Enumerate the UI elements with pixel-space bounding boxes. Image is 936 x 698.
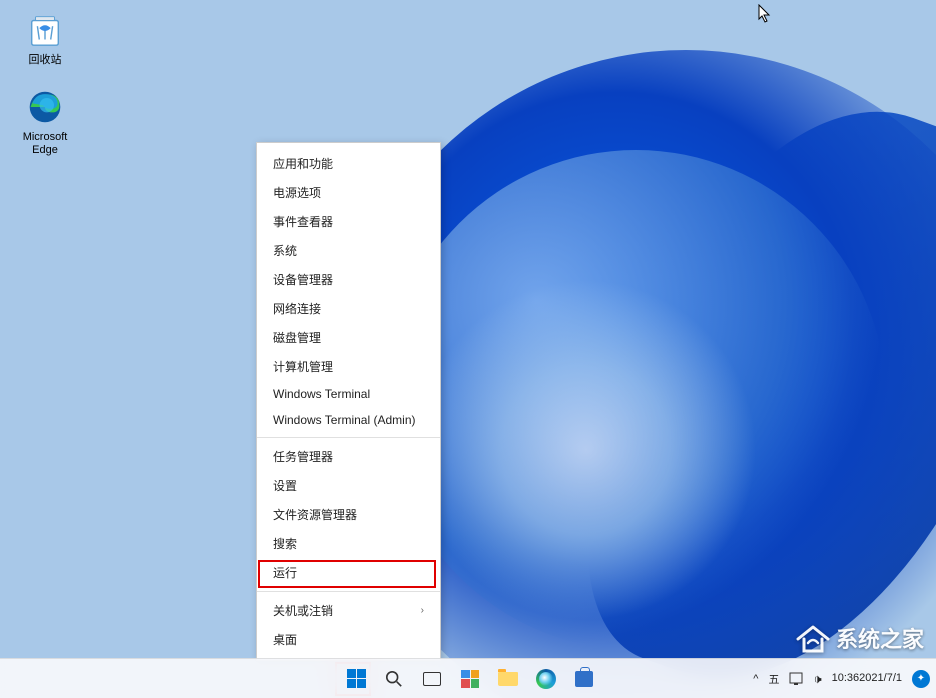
start-context-menu: 应用和功能 电源选项 事件查看器 系统 设备管理器 网络连接 磁盘管理 计算机管… — [256, 142, 441, 661]
desktop-icons-area: 回收站 Microsoft Edge — [10, 10, 80, 158]
menu-computer-management[interactable]: 计算机管理 — [257, 352, 440, 381]
menu-power-options[interactable]: 电源选项 — [257, 178, 440, 207]
menu-disk-management[interactable]: 磁盘管理 — [257, 323, 440, 352]
taskbar-clock[interactable]: 10:36 2021/7/1 — [832, 672, 902, 684]
taskview-icon — [423, 672, 441, 686]
clock-time: 10:36 — [832, 672, 860, 684]
menu-shutdown-signout[interactable]: 关机或注销 › — [257, 596, 440, 625]
edge-label: Microsoft Edge — [10, 131, 80, 157]
edge-icon — [536, 669, 556, 689]
menu-task-manager[interactable]: 任务管理器 — [257, 442, 440, 471]
search-icon — [385, 670, 403, 688]
taskbar: ^ 五 🕩 10:36 2021/7/1 ✦ — [0, 658, 936, 698]
tray-overflow-button[interactable]: ^ — [753, 673, 758, 685]
ime-indicator[interactable]: 五 — [768, 671, 779, 687]
folder-icon — [498, 672, 518, 686]
menu-desktop[interactable]: 桌面 — [257, 625, 440, 654]
menu-network-connections[interactable]: 网络连接 — [257, 294, 440, 323]
store-button[interactable] — [568, 663, 600, 695]
network-icon[interactable] — [789, 672, 803, 686]
windows-logo-icon — [347, 669, 366, 688]
clock-date: 2021/7/1 — [859, 672, 902, 684]
menu-windows-terminal[interactable]: Windows Terminal — [257, 381, 440, 407]
menu-run[interactable]: 运行 — [257, 558, 440, 587]
watermark-logo-icon — [796, 623, 830, 653]
action-center-button[interactable]: ✦ — [912, 670, 930, 688]
menu-apps-features[interactable]: 应用和功能 — [257, 149, 440, 178]
chevron-up-icon: ^ — [753, 673, 758, 685]
menu-file-explorer[interactable]: 文件资源管理器 — [257, 500, 440, 529]
menu-windows-terminal-admin[interactable]: Windows Terminal (Admin) — [257, 407, 440, 433]
menu-event-viewer[interactable]: 事件查看器 — [257, 207, 440, 236]
taskbar-center-group — [340, 659, 600, 698]
widgets-button[interactable] — [454, 663, 486, 695]
taskview-button[interactable] — [416, 663, 448, 695]
menu-separator — [257, 437, 440, 438]
recycle-bin-label: 回收站 — [29, 54, 62, 67]
recycle-bin-glyph — [25, 10, 65, 50]
menu-device-manager[interactable]: 设备管理器 — [257, 265, 440, 294]
menu-search[interactable]: 搜索 — [257, 529, 440, 558]
menu-separator — [257, 591, 440, 592]
search-button[interactable] — [378, 663, 410, 695]
volume-icon[interactable]: 🕩 — [813, 671, 821, 687]
widgets-icon — [461, 670, 479, 688]
desktop-wallpaper — [0, 0, 936, 698]
system-tray: ^ 五 🕩 10:36 2021/7/1 ✦ — [753, 659, 930, 698]
menu-settings[interactable]: 设置 — [257, 471, 440, 500]
menu-system[interactable]: 系统 — [257, 236, 440, 265]
watermark-text: 系统之家 — [836, 622, 924, 654]
edge-glyph — [25, 87, 65, 127]
notification-badge-icon: ✦ — [912, 670, 930, 688]
start-button[interactable] — [340, 663, 372, 695]
edge-icon[interactable]: Microsoft Edge — [10, 87, 80, 157]
file-explorer-button[interactable] — [492, 663, 524, 695]
chevron-right-icon: › — [421, 605, 424, 616]
store-icon — [575, 671, 593, 687]
watermark: 系统之家 — [796, 622, 924, 654]
recycle-bin-icon[interactable]: 回收站 — [10, 10, 80, 67]
edge-taskbar-button[interactable] — [530, 663, 562, 695]
